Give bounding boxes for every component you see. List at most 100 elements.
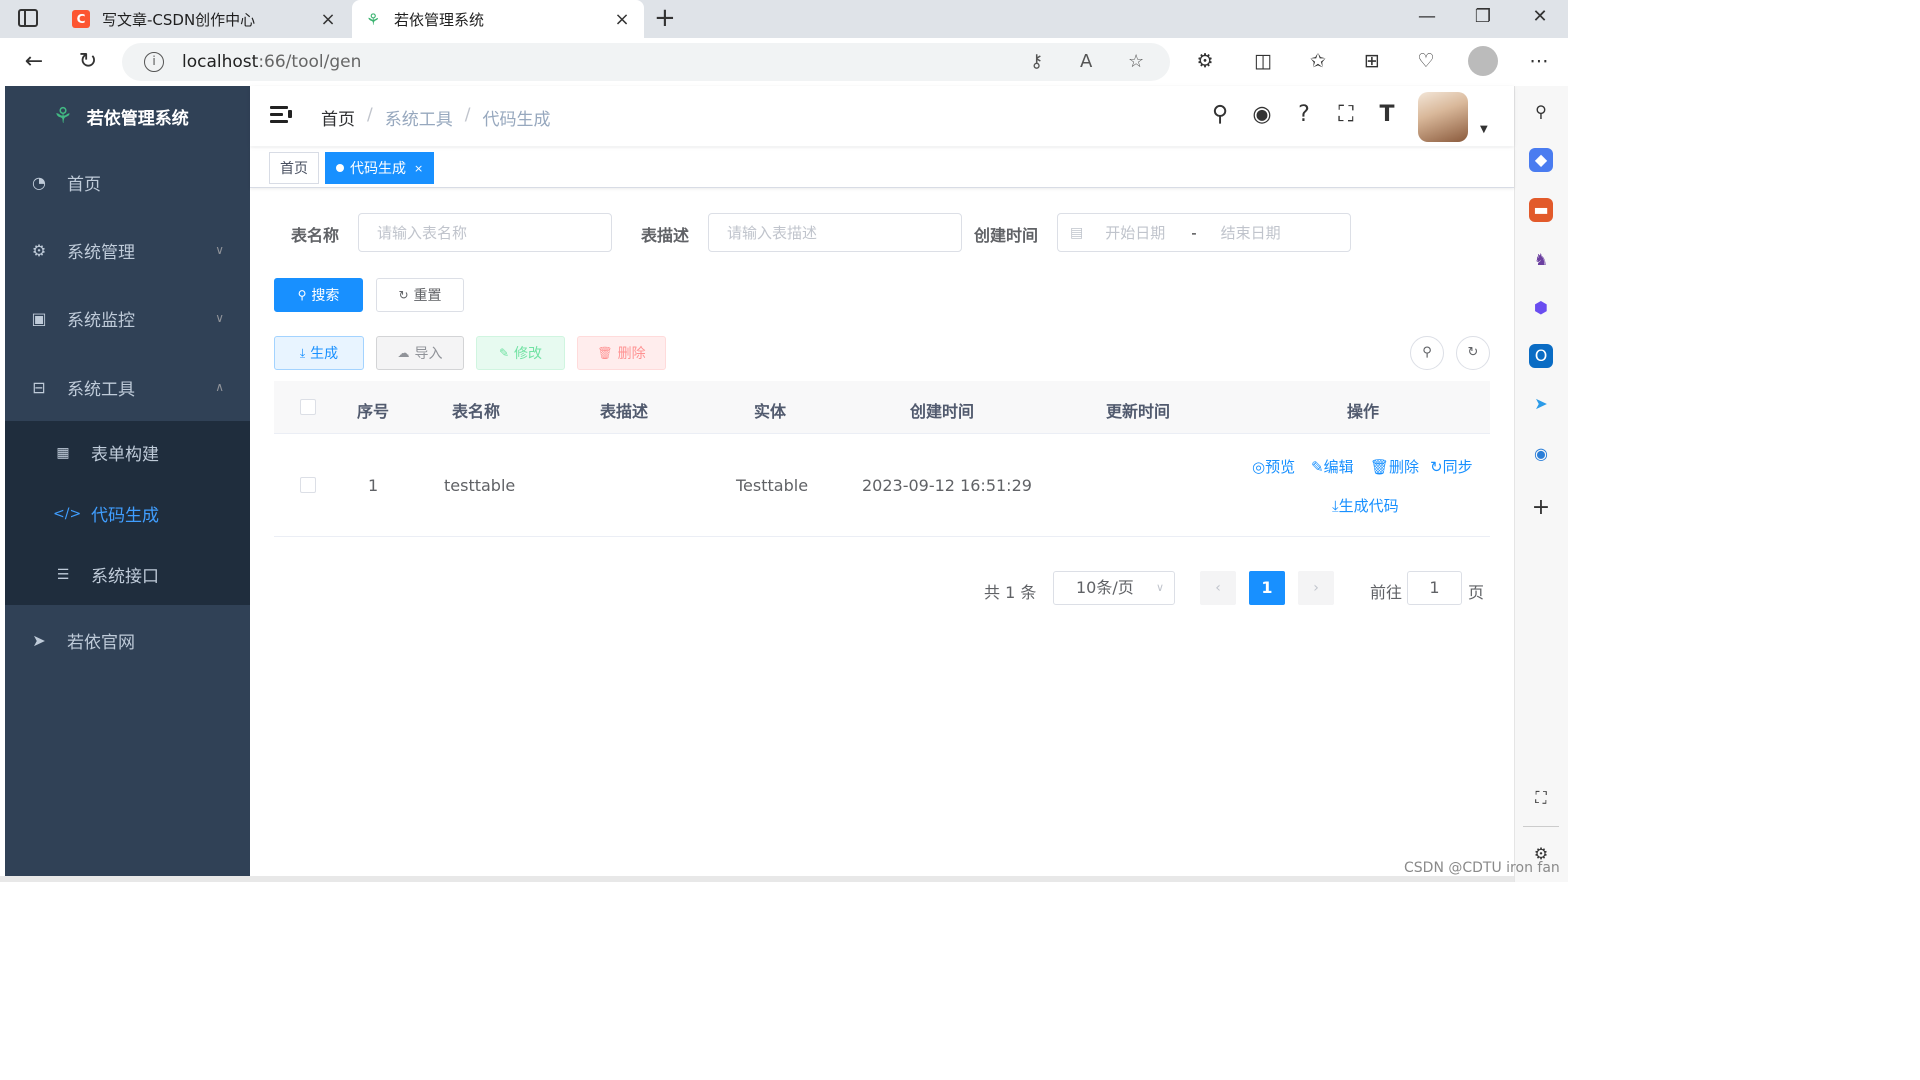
edge-drop-icon[interactable]: ◉: [1529, 442, 1553, 466]
send-icon[interactable]: ➤: [1529, 392, 1553, 416]
games-icon[interactable]: ♞: [1529, 248, 1553, 272]
browser-tab-ruoyi[interactable]: ⚘ 若依管理系统 ×: [352, 0, 644, 38]
refresh-list-icon[interactable]: ↻: [1456, 336, 1490, 370]
sidebar-item-system[interactable]: ⚙ 系统管理 ∨: [5, 216, 250, 284]
browser-tab-title: 写文章-CSDN创作中心: [102, 10, 256, 29]
main-content: 首页 / 系统工具 / 代码生成 ⚲ ◉ ? ⛶ T ▼ 首页 代码生成 × 表…: [250, 86, 1514, 876]
tag-home[interactable]: 首页: [269, 152, 319, 184]
key-icon[interactable]: ⚷: [1030, 51, 1043, 72]
page-size-select[interactable]: 10条/页 ∨: [1053, 571, 1175, 605]
close-window-icon[interactable]: ✕: [1525, 6, 1555, 27]
sync-link[interactable]: ↻同步: [1430, 456, 1473, 477]
download-icon: ⤓: [1332, 497, 1339, 515]
tags-view: 首页 代码生成 ×: [250, 148, 1514, 188]
outlook-icon[interactable]: O: [1529, 344, 1553, 368]
sidebar-item-tool[interactable]: ⊟ 系统工具 ∧: [5, 353, 250, 421]
minimize-icon[interactable]: —: [1412, 6, 1442, 27]
page-number-current[interactable]: 1: [1249, 571, 1285, 605]
sidebar-item-form-build[interactable]: ▦ 表单构建: [5, 422, 250, 483]
sidebar-item-site[interactable]: ➤ 若依官网: [5, 606, 250, 674]
search-icon[interactable]: ⚲: [1207, 102, 1233, 127]
avatar[interactable]: [1418, 92, 1468, 142]
toggle-search-icon[interactable]: ⚲: [1410, 336, 1444, 370]
select-all-checkbox[interactable]: [300, 399, 316, 415]
table-comment-input[interactable]: 请输入表描述: [708, 213, 962, 252]
csdn-watermark: CSDN @CDTU iron fan: [1404, 860, 1560, 876]
favorite-star-icon[interactable]: ☆: [1128, 51, 1144, 72]
split-screen-icon[interactable]: ◫: [1250, 50, 1276, 72]
sidebar-item-swagger[interactable]: ☰ 系统接口: [5, 544, 250, 605]
op-label: 同步: [1442, 458, 1473, 476]
op-label: 编辑: [1323, 458, 1354, 476]
edit-pencil-icon: ✎: [498, 346, 510, 360]
font-size-icon[interactable]: T: [1374, 102, 1400, 127]
row-checkbox[interactable]: [300, 477, 316, 493]
caret-down-icon[interactable]: ▼: [1480, 124, 1488, 135]
profile-avatar-icon[interactable]: [1468, 46, 1498, 76]
question-icon[interactable]: ?: [1291, 102, 1317, 127]
more-menu-icon[interactable]: ⋯: [1526, 50, 1552, 72]
back-icon[interactable]: ←: [20, 49, 48, 75]
tools-briefcase-icon[interactable]: ▬: [1529, 198, 1553, 222]
op-label: 预览: [1265, 458, 1296, 476]
url-path: :66/tool/gen: [258, 52, 362, 72]
screenshot-icon[interactable]: ⛶: [1529, 786, 1553, 810]
sidebar-item-label: 若依官网: [67, 632, 135, 653]
breadcrumb-home[interactable]: 首页: [321, 105, 355, 130]
sidebar-item-monitor[interactable]: ▣ 系统监控 ∨: [5, 284, 250, 352]
delete-button[interactable]: 🗑 删除: [577, 336, 666, 370]
search-button[interactable]: ⚲ 搜索: [274, 278, 363, 312]
breadcrumb-tool: 系统工具: [384, 110, 453, 130]
site-info-icon[interactable]: i: [144, 52, 164, 72]
close-tag-icon[interactable]: ×: [414, 162, 423, 175]
import-button[interactable]: ☁ 导入: [376, 336, 464, 370]
search-icon[interactable]: ⚲: [1529, 100, 1553, 124]
close-tab-icon[interactable]: ×: [318, 9, 338, 30]
copilot-icon[interactable]: ⬢: [1529, 296, 1553, 320]
start-date-input[interactable]: 开始日期: [1105, 222, 1165, 243]
browser-address-bar: ← ↻ i localhost:66/tool/gen ⚷ A ☆ ⚙ ◫ ✩ …: [0, 38, 1568, 86]
tag-label: 首页: [280, 161, 308, 177]
delete-link[interactable]: 🗑删除: [1370, 456, 1419, 477]
browser-essentials-icon[interactable]: ♡: [1413, 50, 1439, 72]
edit-button[interactable]: ✎ 修改: [476, 336, 565, 370]
preview-link[interactable]: ◎预览: [1252, 456, 1295, 477]
tag-gen[interactable]: 代码生成 ×: [325, 152, 435, 184]
close-tab-icon[interactable]: ×: [612, 9, 632, 30]
restore-icon[interactable]: ❐: [1468, 6, 1498, 27]
next-page-button[interactable]: ›: [1298, 571, 1334, 605]
gen-code-link[interactable]: ⤓生成代码: [1332, 495, 1399, 516]
shopping-tag-icon[interactable]: ◆: [1529, 148, 1553, 172]
url-input[interactable]: i localhost:66/tool/gen ⚷ A ☆: [122, 43, 1170, 81]
bottom-divider: [0, 876, 1514, 882]
add-app-icon[interactable]: +: [1529, 496, 1553, 520]
hamburger-icon[interactable]: [270, 105, 292, 125]
github-icon[interactable]: ◉: [1249, 102, 1275, 127]
collections-icon[interactable]: ⊞: [1359, 50, 1385, 72]
reset-button[interactable]: ↻ 重置: [376, 278, 464, 312]
app-logo[interactable]: ⚘ 若依管理系统: [5, 86, 250, 146]
table-name-input[interactable]: 请输入表名称: [358, 213, 612, 252]
fullscreen-icon[interactable]: ⛶: [1333, 102, 1359, 127]
tab-actions-icon[interactable]: [18, 9, 38, 27]
edit-link[interactable]: ✎编辑: [1311, 456, 1354, 477]
goto-page-input[interactable]: 1: [1407, 571, 1462, 605]
column-header: 序号: [357, 402, 390, 421]
read-aloud-icon[interactable]: A: [1080, 51, 1092, 72]
code-icon: </>: [53, 505, 82, 522]
new-tab-icon[interactable]: +: [654, 5, 676, 31]
chevron-down-icon: ∨: [1155, 581, 1164, 594]
date-range-picker[interactable]: ▤ 开始日期 - 结束日期: [1057, 213, 1351, 252]
prev-page-button[interactable]: ‹: [1200, 571, 1236, 605]
gen-button[interactable]: ⤓ 生成: [274, 336, 364, 370]
table-name-label: 表名称: [291, 226, 340, 245]
browser-tab-csdn[interactable]: C 写文章-CSDN创作中心 ×: [60, 0, 350, 38]
button-label: 重置: [413, 288, 442, 304]
extensions-icon[interactable]: ⚙: [1192, 50, 1218, 72]
sidebar-item-gen[interactable]: </> 代码生成: [5, 483, 250, 544]
favorites-icon[interactable]: ✩: [1305, 50, 1331, 72]
column-header: 操作: [1347, 402, 1380, 421]
end-date-input[interactable]: 结束日期: [1221, 222, 1281, 243]
sidebar-item-home[interactable]: ◔ 首页: [5, 148, 250, 216]
refresh-icon[interactable]: ↻: [74, 49, 102, 75]
